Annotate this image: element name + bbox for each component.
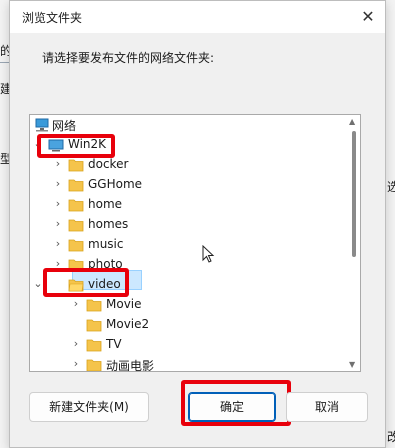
tree-item-photo[interactable]: › photo (30, 255, 360, 275)
chevron-right-icon[interactable]: › (52, 237, 64, 251)
tree-item-win2k[interactable]: ⌄ Win2K (30, 135, 360, 155)
folder-icon (86, 317, 102, 336)
folder-tree[interactable]: 网络 ⌄ Win2K › docker › GGHome › home › ho… (29, 114, 361, 372)
tree-item-label: Win2K (68, 137, 107, 151)
dialog-title: 浏览文件夹 (22, 11, 83, 25)
folder-icon (68, 257, 84, 276)
tree-item-label: Movie (106, 297, 142, 311)
tree-item-movie[interactable]: › Movie (30, 295, 360, 315)
chevron-right-icon[interactable]: › (52, 177, 64, 191)
scroll-up-icon[interactable]: ▲ (349, 117, 355, 126)
chevron-right-icon[interactable]: › (52, 157, 64, 171)
chevron-right-icon[interactable]: › (70, 297, 82, 311)
tree-item-label: photo (88, 257, 123, 271)
new-folder-button[interactable]: 新建文件夹(M) (29, 392, 149, 422)
tree-item-video[interactable]: ⌄ video (30, 275, 360, 295)
tree-item-animation[interactable]: › 动画电影 (30, 355, 360, 372)
tree-item-homes[interactable]: › homes (30, 215, 360, 235)
folder-icon (86, 297, 102, 316)
tree-item-label: homes (88, 217, 129, 231)
tree-item-label: video (88, 277, 121, 291)
tree-item-label: docker (88, 157, 129, 171)
tree-item-music[interactable]: › music (30, 235, 360, 255)
tree-item-label: 动画电影 (106, 359, 155, 372)
folder-icon (68, 197, 84, 216)
tree-item-gghome[interactable]: › GGHome (30, 175, 360, 195)
tree-item-label: 网络 (52, 119, 77, 133)
tree-item-label: music (88, 237, 124, 251)
browse-folder-dialog: 浏览文件夹 ✕ 请选择要发布文件的网络文件夹: 网络 ⌄ Win2K › doc… (9, 0, 386, 448)
chevron-right-icon[interactable]: › (52, 217, 64, 231)
folder-open-icon (68, 277, 84, 296)
bg-text-5: 改 (387, 430, 395, 444)
chevron-down-icon[interactable]: ⌄ (32, 277, 44, 291)
close-icon: ✕ (361, 7, 375, 26)
chevron-right-icon[interactable]: › (52, 257, 64, 271)
folder-icon (86, 337, 102, 356)
tree-item-network[interactable]: 网络 (30, 115, 360, 135)
dialog-prompt: 请选择要发布文件的网络文件夹: (42, 51, 215, 65)
network-icon (34, 117, 50, 137)
title-bar[interactable]: 浏览文件夹 ✕ (10, 1, 385, 33)
tree-item-docker[interactable]: › docker (30, 155, 360, 175)
tree-item-label: GGHome (88, 177, 143, 191)
chevron-right-icon[interactable]: › (70, 337, 82, 351)
folder-icon (68, 157, 84, 176)
computer-icon (48, 137, 64, 157)
folder-icon (68, 237, 84, 256)
ok-button[interactable]: 确定 (188, 392, 276, 422)
tree-item-label: home (88, 197, 123, 211)
chevron-down-icon[interactable]: ⌄ (32, 137, 44, 151)
scroll-down-icon[interactable]: ▼ (349, 360, 355, 369)
folder-icon (68, 177, 84, 196)
tree-item-movie2[interactable]: Movie2 (30, 315, 360, 335)
chevron-right-icon[interactable]: › (52, 197, 64, 211)
chevron-right-icon[interactable]: › (70, 357, 82, 371)
mouse-cursor-icon (202, 244, 216, 269)
close-button[interactable]: ✕ (355, 5, 381, 29)
tree-item-label: TV (106, 337, 122, 351)
cancel-button[interactable]: 取消 (286, 392, 368, 422)
bg-text-4: 选 (387, 180, 395, 194)
tree-item-tv[interactable]: › TV (30, 335, 360, 355)
folder-icon (86, 357, 102, 371)
tree-item-home[interactable]: › home (30, 195, 360, 215)
tree-item-label: Movie2 (106, 317, 150, 331)
folder-icon (68, 217, 84, 236)
tree-scrollbar[interactable]: ▲ ▼ (348, 115, 360, 371)
scroll-thumb[interactable] (352, 131, 356, 257)
